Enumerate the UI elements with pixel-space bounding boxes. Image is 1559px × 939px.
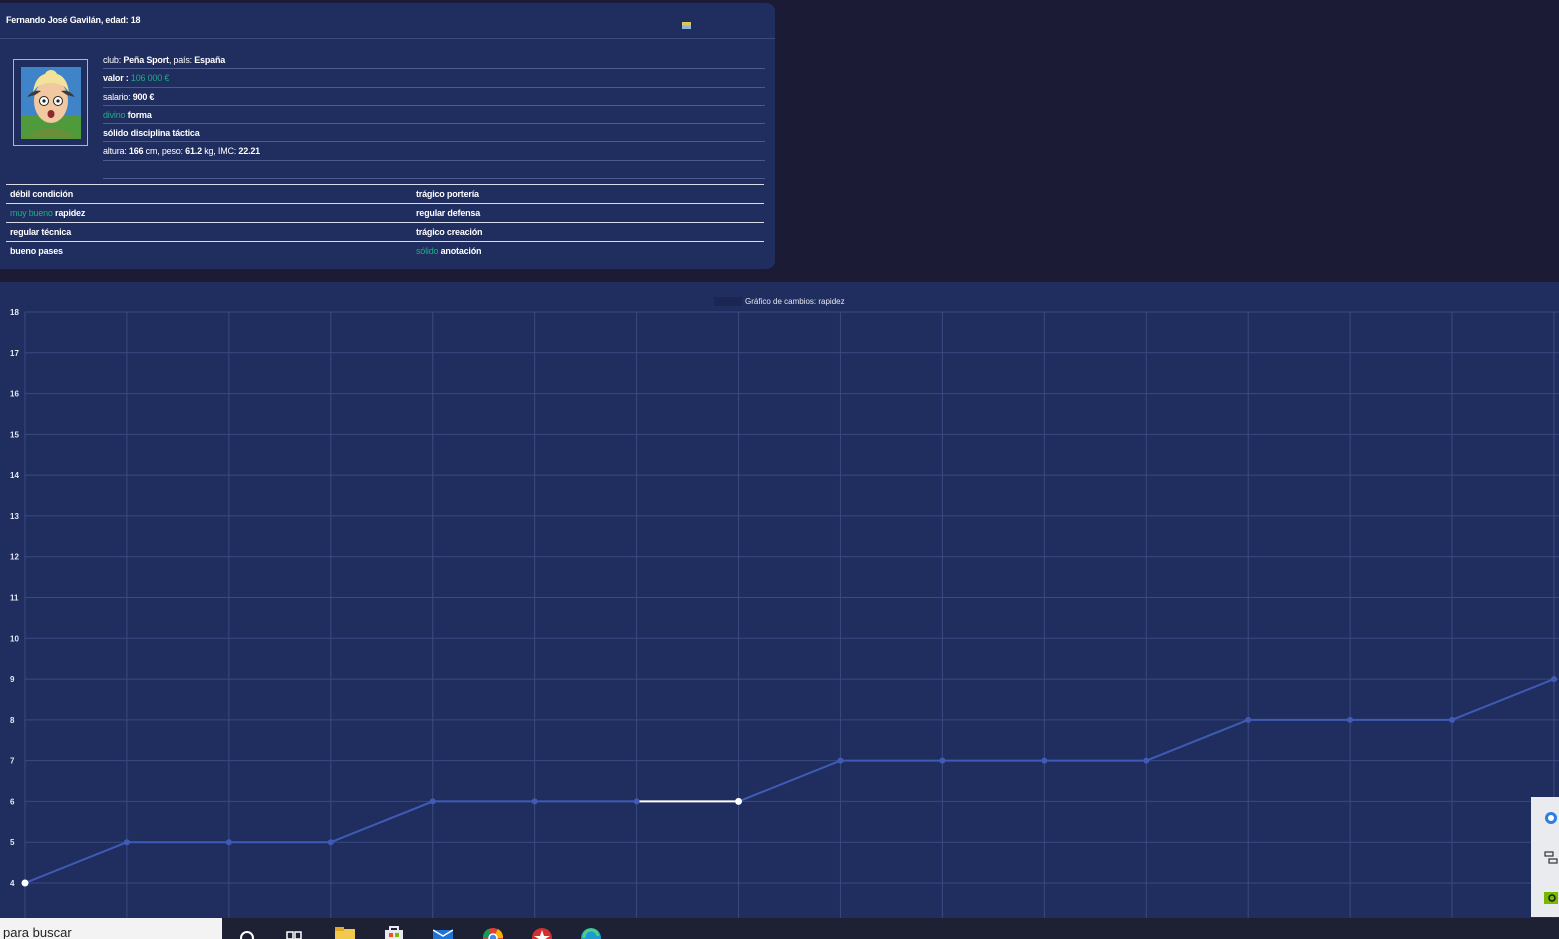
discipline-row: sólido disciplina táctica <box>103 124 765 143</box>
legend-swatch[interactable] <box>714 297 742 306</box>
skill-row: débil condición trágico portería <box>6 184 764 203</box>
series-segment <box>330 800 434 844</box>
skill-left: regular técnica <box>10 227 72 237</box>
network-icon[interactable] <box>1544 851 1558 864</box>
y-tick-label: 14 <box>10 471 19 480</box>
data-point[interactable] <box>123 839 130 846</box>
flag-icon <box>682 22 691 29</box>
y-tick-label: 8 <box>10 716 15 725</box>
value-row: valor : 106 000 € <box>103 69 765 88</box>
data-point[interactable] <box>1245 716 1252 723</box>
taskbar: para buscar <box>0 918 1559 939</box>
data-point[interactable] <box>1347 716 1354 723</box>
salary-amount: 900 € <box>132 91 155 102</box>
data-point[interactable] <box>1551 676 1557 683</box>
skill-row: regular técnica trágico creación <box>6 222 764 241</box>
empty-row <box>103 161 765 180</box>
y-tick-label: 11 <box>10 594 19 603</box>
skill-right: trágico creación <box>416 227 483 237</box>
skills-table: débil condición trágico portería muy bue… <box>6 184 764 260</box>
data-point[interactable] <box>21 879 29 887</box>
y-tick-label: 10 <box>10 634 19 643</box>
taskbar-search-input[interactable]: para buscar <box>0 918 222 939</box>
y-tick-label: 9 <box>10 675 15 684</box>
file-explorer-icon[interactable] <box>335 926 355 939</box>
player-title: Fernando José Gavilán, edad: 18 <box>6 15 141 25</box>
physique-row: altura: 166 cm, peso: 61.2 kg, IMC: 22.2… <box>103 142 765 161</box>
country-value: España <box>194 55 226 65</box>
series-segment <box>1451 678 1555 721</box>
title-divider <box>0 38 775 39</box>
series-segment <box>738 759 841 803</box>
player-card: Fernando José Gavilán, edad: 18 club: Pe… <box>0 3 775 269</box>
skill-left: bueno pases <box>10 246 63 256</box>
form-level: divino <box>103 109 126 120</box>
edge-icon[interactable] <box>581 926 601 939</box>
y-tick-label: 6 <box>10 797 15 806</box>
series-segment <box>24 841 128 884</box>
series-segment <box>1145 718 1249 762</box>
y-tick-label: 13 <box>10 512 19 521</box>
speed-chart: Gráfico de cambios: rapidez 4 5 6 7 8 9 10 11 12… <box>10 297 1559 918</box>
store-icon[interactable] <box>384 926 404 939</box>
data-point[interactable] <box>1449 716 1456 723</box>
skill-right: regular defensa <box>416 208 481 218</box>
data-point[interactable] <box>327 839 334 846</box>
club-link[interactable]: Peña Sport <box>123 55 169 65</box>
data-point[interactable] <box>429 798 436 805</box>
update-icon[interactable] <box>1544 811 1558 824</box>
player-info: club: Peña Sport, país: España valor : 1… <box>103 51 765 180</box>
nvidia-icon[interactable] <box>1544 891 1558 904</box>
data-point[interactable] <box>225 839 232 846</box>
y-tick-label: 18 <box>10 308 19 317</box>
value-amount: 106 000 € <box>130 73 170 84</box>
salary-row: salario: 900 € <box>103 88 765 106</box>
skill-left: débil condición <box>10 189 74 199</box>
skill-right: trágico portería <box>416 189 479 199</box>
club-row: club: Peña Sport, país: España <box>103 51 765 70</box>
chrome-icon[interactable] <box>483 926 503 939</box>
mail-icon[interactable] <box>433 926 453 939</box>
task-view-icon[interactable] <box>285 926 305 939</box>
tray-flyout <box>1531 797 1559 917</box>
data-point[interactable] <box>1143 757 1150 764</box>
skill-row: muy bueno rapidez regular defensa <box>6 203 764 222</box>
y-tick-label: 4 <box>10 879 15 888</box>
form-row: divino forma <box>103 106 765 125</box>
avatar-image <box>21 67 81 139</box>
skill-left: muy bueno rapidez <box>10 208 86 218</box>
app-icon[interactable] <box>532 926 552 939</box>
data-point[interactable] <box>837 757 844 764</box>
y-tick-label: 7 <box>10 757 15 766</box>
data-point[interactable] <box>1041 757 1048 764</box>
y-tick-label: 17 <box>10 349 19 358</box>
y-tick-label: 15 <box>10 430 19 439</box>
data-point[interactable] <box>531 798 538 805</box>
skill-right: sólido anotación <box>416 246 482 256</box>
chart-title: Gráfico de cambios: rapidez <box>745 297 845 306</box>
y-tick-label: 5 <box>10 838 15 847</box>
y-tick-label: 12 <box>10 553 19 562</box>
y-tick-label: 16 <box>10 390 19 399</box>
avatar <box>13 59 88 146</box>
data-point[interactable] <box>735 797 743 805</box>
data-point[interactable] <box>939 757 946 764</box>
data-point[interactable] <box>633 798 640 805</box>
search-icon[interactable] <box>237 926 257 939</box>
skill-row: bueno pases sólido anotación <box>6 241 764 260</box>
